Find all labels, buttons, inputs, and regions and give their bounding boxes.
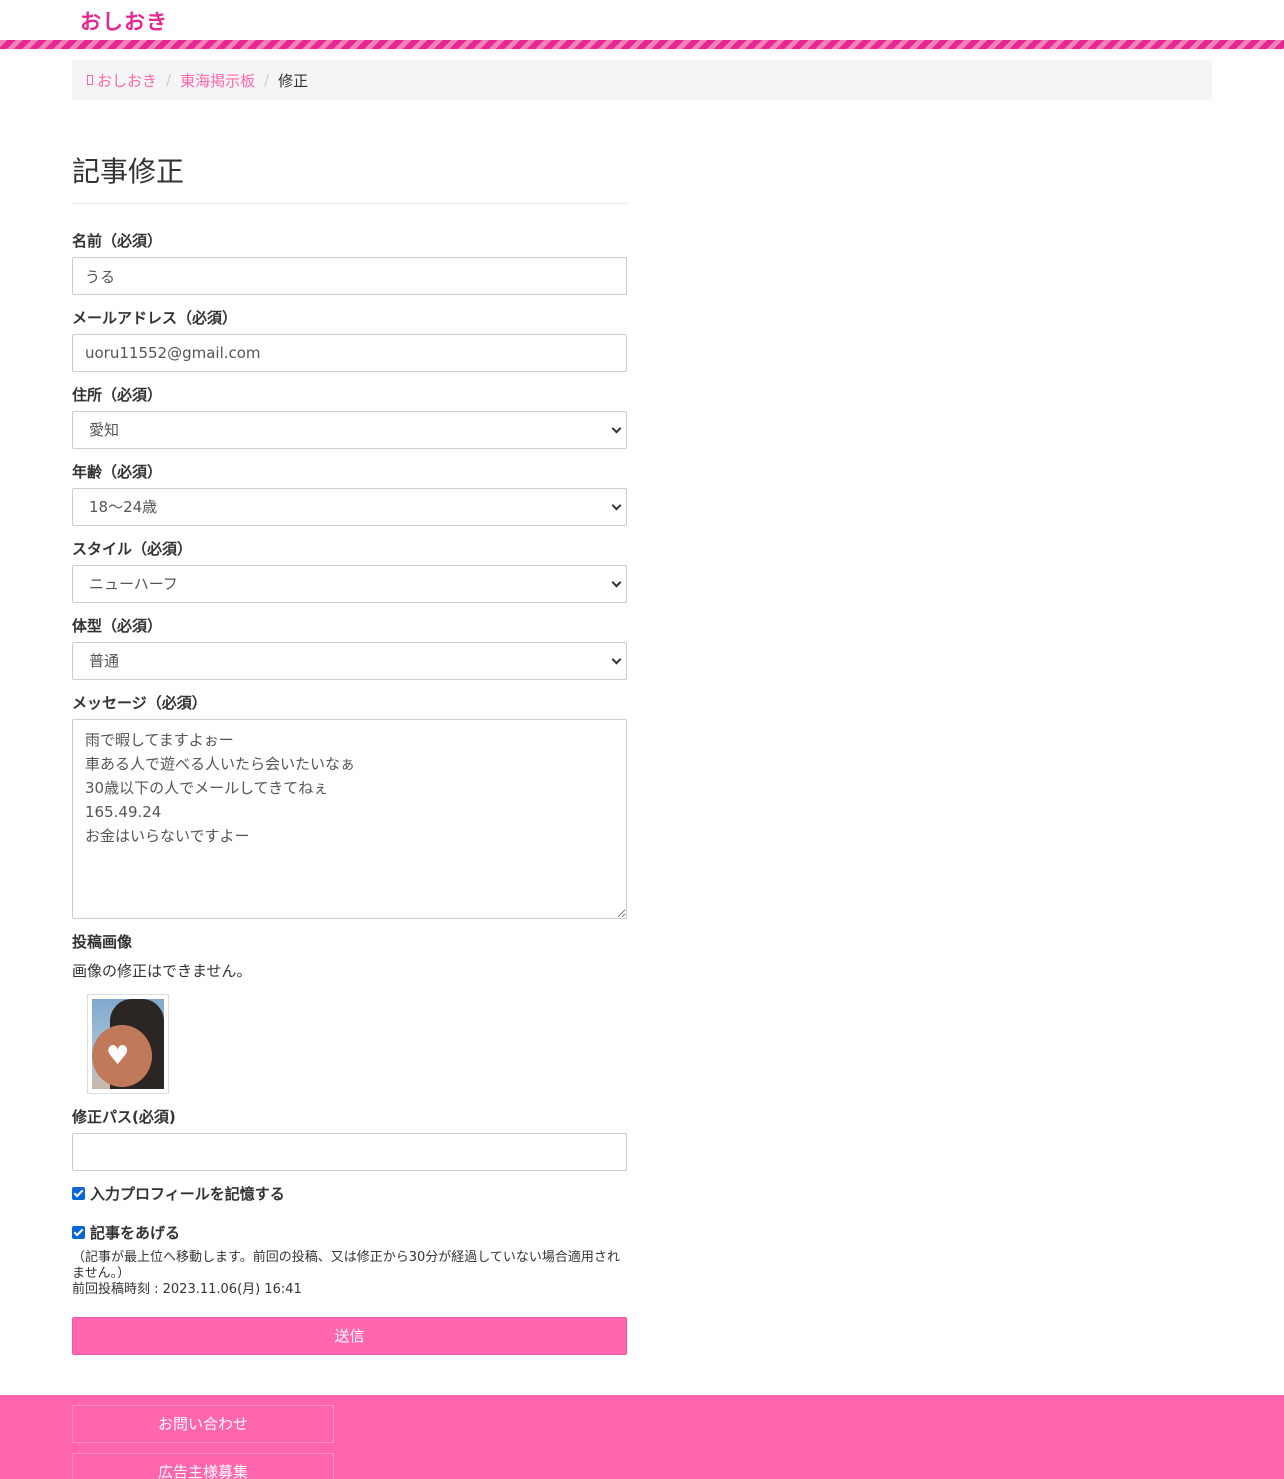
address-label: 住所（必須） [72, 386, 163, 404]
address-select-value: 愛知 [89, 421, 120, 439]
page-title: 記事修正 [72, 150, 627, 204]
header: おしおき [0, 0, 1284, 40]
style-label: スタイル（必須） [72, 540, 193, 558]
breadcrumb-separator: / [264, 71, 270, 89]
site-logo[interactable]: おしおき [80, 6, 168, 36]
bump-post-option[interactable]: 記事をあげる [72, 1222, 180, 1243]
footer: お問い合わせ 広告主様募集 [0, 1395, 1284, 1479]
header-stripe [0, 40, 1284, 49]
address-select[interactable]: 愛知 [72, 411, 627, 449]
breadcrumb-board-link[interactable]: 東海掲示板 [180, 70, 255, 91]
body-type-select[interactable]: 普通 [72, 642, 627, 680]
bump-post-note: （記事が最上位へ移動します。前回の投稿、又は修正から30分が経過していない場合適… [72, 1250, 620, 1281]
email-input[interactable] [72, 334, 627, 372]
breadcrumb-home-link[interactable]: おしおき [97, 70, 157, 91]
body-type-select-value: 普通 [89, 652, 120, 670]
name-label: 名前（必須） [72, 232, 163, 250]
edit-form: 記事修正 名前（必須） メールアドレス（必須） 住所（必須） 愛知 年齢（必須）… [72, 150, 627, 1355]
image-note: 画像の修正はできません。 [72, 962, 252, 980]
remember-profile-label: 入力プロフィールを記憶する [90, 1185, 285, 1203]
name-input[interactable] [72, 257, 627, 295]
remember-profile-option[interactable]: 入力プロフィールを記憶する [72, 1183, 285, 1204]
bump-post-checkbox[interactable] [72, 1226, 85, 1239]
body-type-label: 体型（必須） [72, 617, 163, 635]
contact-link[interactable]: お問い合わせ [72, 1405, 334, 1443]
advertiser-recruitment-link[interactable]: 広告主様募集 [72, 1453, 334, 1479]
edit-password-label: 修正パス(必須) [72, 1108, 176, 1126]
posted-image-thumbnail[interactable]: ♥ [87, 994, 169, 1094]
age-label: 年齢（必須） [72, 463, 163, 481]
posted-image: ♥ [92, 999, 164, 1089]
style-select[interactable]: ニューハーフ [72, 565, 627, 603]
email-label: メールアドレス（必須） [72, 309, 238, 327]
bump-post-label: 記事をあげる [90, 1224, 181, 1242]
breadcrumb-current: 修正 [278, 71, 309, 90]
home-icon [87, 75, 93, 85]
message-label: メッセージ（必須） [72, 694, 207, 712]
remember-profile-checkbox[interactable] [72, 1187, 85, 1200]
last-post-time: 前回投稿時刻 : 2023.11.06(月) 16:41 [72, 1282, 302, 1297]
chevron-down-icon [611, 423, 622, 434]
heart-icon: ♥ [106, 1041, 130, 1071]
age-select[interactable]: 18〜24歳 [72, 488, 627, 526]
edit-password-input[interactable] [72, 1133, 627, 1171]
breadcrumb-separator: / [166, 71, 172, 89]
submit-button[interactable]: 送信 [72, 1317, 627, 1355]
chevron-down-icon [611, 500, 622, 511]
chevron-down-icon [611, 577, 622, 588]
image-label: 投稿画像 [72, 933, 133, 951]
style-select-value: ニューハーフ [89, 575, 178, 593]
message-textarea[interactable]: 雨で暇してますよぉー 車ある人で遊べる人いたら会いたいなぁ 30歳以下の人でメー… [72, 719, 627, 919]
chevron-down-icon [611, 654, 622, 665]
breadcrumb: おしおき / 東海掲示板 / 修正 [72, 60, 1212, 100]
age-select-value: 18〜24歳 [89, 498, 158, 516]
